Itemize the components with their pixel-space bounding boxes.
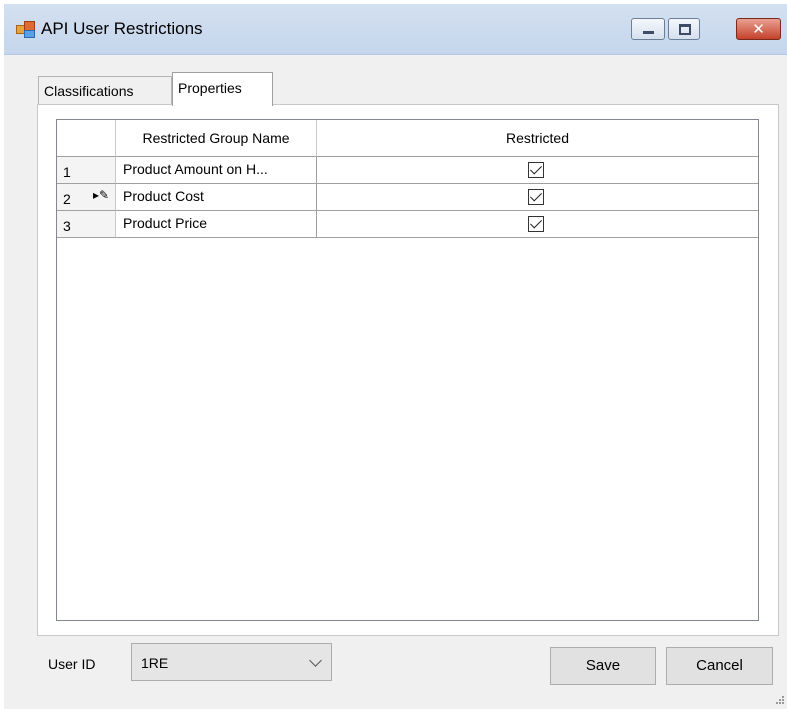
- column-header-restricted-group-name[interactable]: Restricted Group Name: [116, 120, 317, 157]
- restricted-cell[interactable]: [317, 211, 758, 238]
- row-number: 1: [63, 164, 71, 180]
- restricted-cell[interactable]: [317, 157, 758, 184]
- close-icon: ✕: [752, 20, 765, 38]
- chevron-down-icon[interactable]: [309, 654, 322, 667]
- restricted-group-name-cell[interactable]: Product Amount on H...: [116, 157, 317, 184]
- table-row[interactable]: 1 Product Amount on H...: [57, 157, 758, 184]
- table-row[interactable]: 2 ▸✎ Product Cost: [57, 184, 758, 211]
- restricted-group-name-cell[interactable]: Product Cost: [116, 184, 317, 211]
- user-id-value: 1RE: [141, 655, 169, 671]
- restrictions-grid[interactable]: Restricted Group Name Restricted 1 Produ…: [56, 119, 759, 621]
- title-bar[interactable]: API User Restrictions ✕: [4, 4, 787, 55]
- maximize-button[interactable]: [668, 18, 700, 40]
- row-number: 2: [63, 191, 71, 207]
- row-edit-indicator-icon: ▸✎: [93, 188, 110, 202]
- tab-classifications[interactable]: Classifications: [38, 76, 172, 104]
- app-icon: [16, 21, 35, 38]
- tab-properties[interactable]: Properties: [172, 72, 273, 106]
- window-title: API User Restrictions: [41, 19, 203, 38]
- restricted-checkbox[interactable]: [528, 189, 544, 205]
- close-button[interactable]: ✕: [736, 18, 781, 40]
- user-id-select[interactable]: 1RE: [131, 643, 332, 681]
- row-header[interactable]: 3: [57, 211, 116, 238]
- maximize-icon: [679, 24, 691, 35]
- resize-grip-icon[interactable]: [775, 695, 785, 705]
- save-button[interactable]: Save: [550, 647, 656, 685]
- row-header[interactable]: 1: [57, 157, 116, 184]
- cancel-button[interactable]: Cancel: [666, 647, 773, 685]
- table-row[interactable]: 3 Product Price: [57, 211, 758, 238]
- restricted-checkbox[interactable]: [528, 216, 544, 232]
- user-id-label: User ID: [48, 656, 96, 672]
- api-user-restrictions-window: API User Restrictions ✕ Classifications …: [4, 4, 787, 709]
- minimize-icon: [643, 31, 654, 34]
- restricted-checkbox[interactable]: [528, 162, 544, 178]
- row-header[interactable]: 2 ▸✎: [57, 184, 116, 211]
- row-number: 3: [63, 218, 71, 234]
- restricted-group-name-cell[interactable]: Product Price: [116, 211, 317, 238]
- minimize-button[interactable]: [631, 18, 665, 40]
- grid-corner-header[interactable]: [57, 120, 116, 157]
- restricted-cell[interactable]: [317, 184, 758, 211]
- column-header-restricted[interactable]: Restricted: [317, 120, 758, 157]
- properties-tab-page: Restricted Group Name Restricted 1 Produ…: [37, 104, 779, 636]
